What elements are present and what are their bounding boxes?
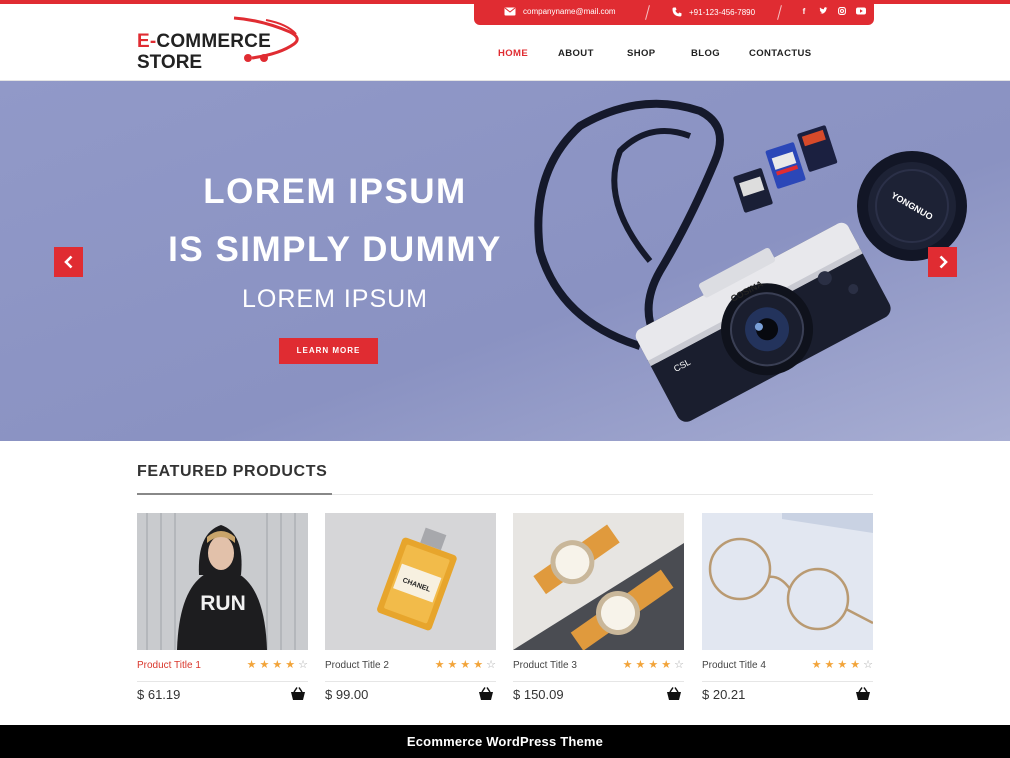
nav-shop[interactable]: SHOP [627, 48, 656, 59]
basket-icon [856, 687, 870, 700]
chevron-right-icon [939, 255, 948, 269]
add-to-cart-button[interactable] [855, 687, 871, 706]
card-divider [513, 681, 684, 682]
star-empty-icon: ☆ [298, 659, 308, 671]
star-filled-icon: ★ [811, 659, 822, 671]
hero-text: LOREM IPSUM IS SIMPLY DUMMY LOREM IPSUM [130, 163, 540, 314]
star-filled-icon: ★ [259, 659, 270, 671]
footer-text: Ecommerce WordPress Theme [406, 734, 604, 749]
add-to-cart-button[interactable] [478, 687, 494, 706]
add-to-cart-button[interactable] [666, 687, 682, 706]
hero-subheading: LOREM IPSUM [241, 285, 429, 313]
mail-icon [504, 7, 516, 16]
product-card[interactable]: RUN Product Title 1 ★ ★ ★ ★ ☆ $ 61.19 [137, 513, 308, 713]
slider-prev-button[interactable] [54, 247, 83, 277]
product-price: $ 150.09 [513, 687, 564, 702]
divider [645, 5, 650, 20]
star-filled-icon: ★ [661, 659, 672, 671]
hero-slider: YONGNUO COSINA CSL LOREM IPSUM IS SIMPLY [0, 81, 1010, 441]
slider-next-button[interactable] [928, 247, 957, 277]
star-empty-icon: ☆ [674, 659, 684, 671]
card-divider [325, 681, 496, 682]
page: companyname@mail.com +91-123-456-7890 f … [0, 0, 1010, 758]
star-empty-icon: ☆ [486, 659, 496, 671]
facebook-icon[interactable]: f [799, 7, 809, 17]
star-filled-icon: ★ [837, 659, 848, 671]
product-card[interactable]: Product Title 4 ★ ★ ★ ★ ☆ $ 20.21 [702, 513, 873, 713]
contact-bar: companyname@mail.com +91-123-456-7890 f [474, 0, 874, 25]
card-divider [137, 681, 308, 682]
product-image[interactable] [513, 513, 684, 650]
product-image[interactable]: CHANEL [325, 513, 496, 650]
product-card[interactable]: Product Title 3 ★ ★ ★ ★ ☆ $ 150.09 [513, 513, 684, 713]
product-title[interactable]: Product Title 1 [137, 660, 201, 671]
chevron-left-icon [63, 255, 72, 269]
rating-stars: ★ ★ ★ ★ ☆ [247, 658, 308, 671]
product-price: $ 61.19 [137, 687, 181, 702]
star-filled-icon: ★ [824, 659, 835, 671]
product-card[interactable]: CHANEL Product Title 2 ★ ★ ★ ★ ☆ $ 99.00 [325, 513, 496, 713]
star-filled-icon: ★ [473, 659, 484, 671]
learn-more-button[interactable]: LEARN MORE [279, 338, 378, 364]
youtube-icon[interactable] [856, 7, 866, 17]
product-price: $ 20.21 [702, 687, 746, 702]
hero-heading-line-1: LOREM IPSUM [203, 172, 467, 211]
star-filled-icon: ★ [635, 659, 646, 671]
basket-icon [667, 687, 681, 700]
star-filled-icon: ★ [285, 659, 296, 671]
product-title[interactable]: Product Title 3 [513, 660, 577, 671]
star-filled-icon: ★ [246, 659, 257, 671]
site-logo[interactable]: E-COMMERCE STORE [137, 16, 307, 74]
star-filled-icon: ★ [272, 659, 283, 671]
star-filled-icon: ★ [648, 659, 659, 671]
nav-about[interactable]: ABOUT [558, 48, 594, 59]
add-to-cart-button[interactable] [290, 687, 306, 706]
logo-line-2: STORE [137, 52, 203, 73]
rating-stars: ★ ★ ★ ★ ☆ [812, 658, 873, 671]
rating-stars: ★ ★ ★ ★ ☆ [435, 658, 496, 671]
basket-icon [479, 687, 493, 700]
nav-home[interactable]: HOME [498, 48, 528, 59]
phone-icon [672, 7, 682, 17]
star-filled-icon: ★ [447, 659, 458, 671]
instagram-icon[interactable] [837, 7, 847, 17]
product-title[interactable]: Product Title 4 [702, 660, 766, 671]
email-text: companyname@mail.com [523, 7, 616, 16]
product-price: $ 99.00 [325, 687, 369, 702]
phone-contact[interactable]: +91-123-456-7890 [672, 7, 755, 17]
product-title[interactable]: Product Title 2 [325, 660, 389, 671]
email-contact[interactable]: companyname@mail.com [504, 7, 616, 16]
footer-bar: Ecommerce WordPress Theme [0, 725, 1010, 758]
star-filled-icon: ★ [434, 659, 445, 671]
rating-stars: ★ ★ ★ ★ ☆ [623, 658, 684, 671]
card-divider [702, 681, 873, 682]
nav-contactus[interactable]: CONTACTUS [749, 48, 812, 59]
cart-swoosh-icon [233, 16, 299, 62]
product-image[interactable]: RUN [137, 513, 308, 650]
twitter-icon[interactable] [818, 7, 828, 17]
divider [777, 5, 782, 20]
basket-icon [291, 687, 305, 700]
social-links: f [799, 7, 866, 17]
star-filled-icon: ★ [460, 659, 471, 671]
star-filled-icon: ★ [622, 659, 633, 671]
svg-text:RUN: RUN [200, 592, 246, 615]
featured-products-title: FEATURED PRODUCTS [137, 463, 328, 480]
hero-heading-line-2: IS SIMPLY DUMMY [168, 230, 502, 269]
product-image[interactable] [702, 513, 873, 650]
nav-blog[interactable]: BLOG [691, 48, 720, 59]
title-underline [137, 493, 332, 495]
star-filled-icon: ★ [850, 659, 861, 671]
phone-text: +91-123-456-7890 [689, 7, 756, 17]
star-empty-icon: ☆ [863, 659, 873, 671]
